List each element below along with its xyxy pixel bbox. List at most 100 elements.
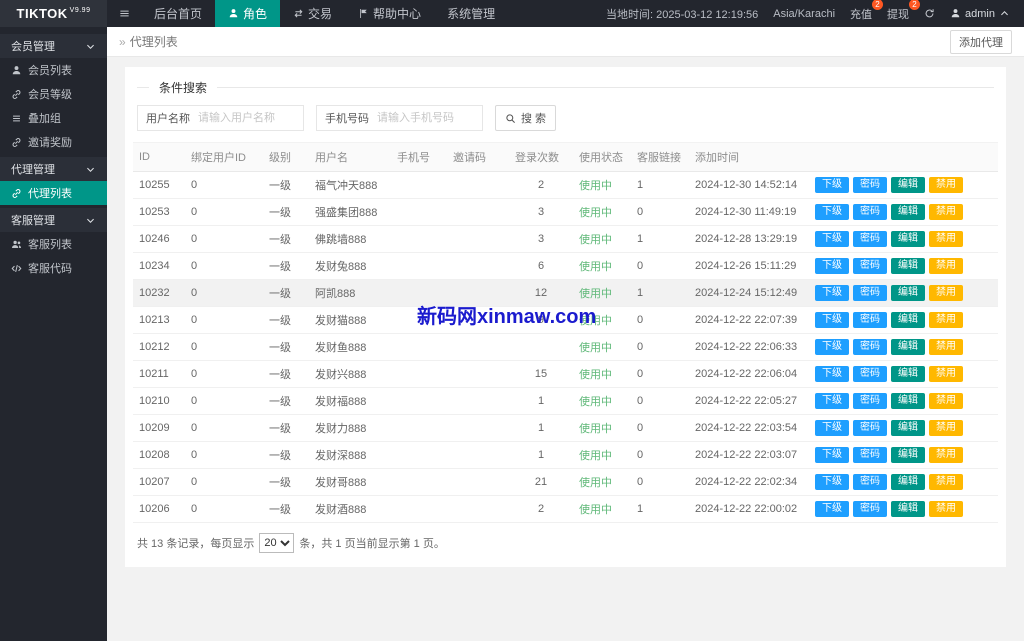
- nav-item-help[interactable]: 帮助中心: [345, 0, 434, 27]
- search-button[interactable]: 搜 索: [495, 105, 556, 131]
- edit-button[interactable]: 编辑: [891, 474, 925, 490]
- invite-code-cell: [447, 361, 509, 388]
- status-cell: 使用中: [573, 496, 631, 523]
- password-button[interactable]: 密码: [853, 204, 887, 220]
- edit-button[interactable]: 编辑: [891, 285, 925, 301]
- nav-item-trade[interactable]: 交易: [280, 0, 345, 27]
- created-time-cell: 2024-12-22 22:02:34: [689, 469, 809, 496]
- edit-button[interactable]: 编辑: [891, 177, 925, 193]
- disable-button[interactable]: 禁用: [929, 312, 963, 328]
- edit-button[interactable]: 编辑: [891, 366, 925, 382]
- cs-link-cell: 0: [631, 253, 689, 280]
- password-button[interactable]: 密码: [853, 285, 887, 301]
- password-button[interactable]: 密码: [853, 474, 887, 490]
- password-button[interactable]: 密码: [853, 393, 887, 409]
- edit-button[interactable]: 编辑: [891, 204, 925, 220]
- sidebar-item-cs-list[interactable]: 客服列表: [0, 232, 107, 256]
- edit-button[interactable]: 编辑: [891, 312, 925, 328]
- sidebar-group-agent-mgmt[interactable]: 代理管理: [0, 157, 107, 181]
- level-cell: 一级: [263, 388, 309, 415]
- subordinate-button[interactable]: 下级: [815, 204, 849, 220]
- subordinate-button[interactable]: 下级: [815, 177, 849, 193]
- subordinate-button[interactable]: 下级: [815, 420, 849, 436]
- sidebar-item-cs-code[interactable]: 客服代码: [0, 256, 107, 280]
- menu-toggle-icon[interactable]: [107, 0, 141, 27]
- link-icon: [11, 89, 22, 100]
- password-button[interactable]: 密码: [853, 339, 887, 355]
- edit-button[interactable]: 编辑: [891, 447, 925, 463]
- sidebar-item-agent-list[interactable]: 代理列表: [0, 181, 107, 205]
- disable-button[interactable]: 禁用: [929, 474, 963, 490]
- disable-button[interactable]: 禁用: [929, 393, 963, 409]
- local-time: 当地时间: 2025-03-12 12:19:56: [606, 6, 758, 22]
- pagination: 共 13 条记录，每页显示 20 条，共 1 页当前显示第 1 页。: [133, 523, 998, 553]
- disable-button[interactable]: 禁用: [929, 339, 963, 355]
- user-icon: [950, 8, 961, 19]
- password-button[interactable]: 密码: [853, 258, 887, 274]
- status-badge: 使用中: [579, 207, 612, 219]
- disable-button[interactable]: 禁用: [929, 285, 963, 301]
- pagination-prefix: 共 13 条记录，每页显示: [137, 535, 254, 551]
- sidebar-item-invite-reward[interactable]: 邀请奖励: [0, 130, 107, 154]
- password-button[interactable]: 密码: [853, 420, 887, 436]
- app-logo: TIKTOKV9.99: [0, 0, 107, 27]
- password-button[interactable]: 密码: [853, 177, 887, 193]
- password-button[interactable]: 密码: [853, 231, 887, 247]
- phone-input[interactable]: [377, 107, 482, 129]
- disable-button[interactable]: 禁用: [929, 447, 963, 463]
- subordinate-button[interactable]: 下级: [815, 393, 849, 409]
- subordinate-button[interactable]: 下级: [815, 312, 849, 328]
- subordinate-button[interactable]: 下级: [815, 285, 849, 301]
- logo-version: V9.99: [70, 7, 91, 14]
- password-button[interactable]: 密码: [853, 366, 887, 382]
- add-agent-button[interactable]: 添加代理: [950, 30, 1012, 54]
- edit-button[interactable]: 编辑: [891, 420, 925, 436]
- disable-button[interactable]: 禁用: [929, 258, 963, 274]
- level-cell: 一级: [263, 226, 309, 253]
- disable-button[interactable]: 禁用: [929, 420, 963, 436]
- username-input[interactable]: [198, 107, 303, 129]
- password-button[interactable]: 密码: [853, 447, 887, 463]
- disable-button[interactable]: 禁用: [929, 501, 963, 517]
- sidebar-item-member-list[interactable]: 会员列表: [0, 58, 107, 82]
- password-button[interactable]: 密码: [853, 501, 887, 517]
- subordinate-button[interactable]: 下级: [815, 501, 849, 517]
- subordinate-button[interactable]: 下级: [815, 231, 849, 247]
- recharge-link[interactable]: 充值 2: [850, 6, 872, 22]
- actions-cell: 下级密码编辑禁用: [809, 334, 998, 361]
- nav-item-role[interactable]: 角色: [215, 0, 280, 27]
- edit-button[interactable]: 编辑: [891, 231, 925, 247]
- withdraw-link[interactable]: 提现 2: [887, 6, 909, 22]
- bind-user-id-cell: 0: [185, 307, 263, 334]
- disable-button[interactable]: 禁用: [929, 231, 963, 247]
- edit-button[interactable]: 编辑: [891, 393, 925, 409]
- nav-item-system[interactable]: 系统管理: [434, 0, 508, 27]
- sidebar: 会员管理会员列表会员等级叠加组邀请奖励代理管理代理列表客服管理客服列表客服代码: [0, 27, 107, 641]
- sidebar-group-cs-mgmt[interactable]: 客服管理: [0, 208, 107, 232]
- search-row: 用户名称 手机号码 搜 索: [133, 96, 998, 142]
- sidebar-group-member-mgmt[interactable]: 会员管理: [0, 34, 107, 58]
- subordinate-button[interactable]: 下级: [815, 366, 849, 382]
- subordinate-button[interactable]: 下级: [815, 339, 849, 355]
- subordinate-button[interactable]: 下级: [815, 447, 849, 463]
- page-size-select[interactable]: 20: [259, 533, 294, 553]
- login-count-cell: 1: [509, 388, 573, 415]
- table-row: 102550一级福气冲天8882使用中12024-12-30 14:52:14下…: [133, 172, 998, 199]
- edit-button[interactable]: 编辑: [891, 501, 925, 517]
- disable-button[interactable]: 禁用: [929, 204, 963, 220]
- subordinate-button[interactable]: 下级: [815, 474, 849, 490]
- disable-button[interactable]: 禁用: [929, 366, 963, 382]
- cs-link-cell: 0: [631, 334, 689, 361]
- disable-button[interactable]: 禁用: [929, 177, 963, 193]
- password-button[interactable]: 密码: [853, 312, 887, 328]
- subordinate-button[interactable]: 下级: [815, 258, 849, 274]
- edit-button[interactable]: 编辑: [891, 258, 925, 274]
- nav-item-label: 帮助中心: [373, 5, 421, 22]
- edit-button[interactable]: 编辑: [891, 339, 925, 355]
- sidebar-item-member-level[interactable]: 会员等级: [0, 82, 107, 106]
- nav-item-home[interactable]: 后台首页: [141, 0, 215, 27]
- actions-cell: 下级密码编辑禁用: [809, 388, 998, 415]
- user-menu[interactable]: admin: [950, 8, 1010, 20]
- sidebar-item-stack-group[interactable]: 叠加组: [0, 106, 107, 130]
- refresh-icon[interactable]: [924, 8, 935, 19]
